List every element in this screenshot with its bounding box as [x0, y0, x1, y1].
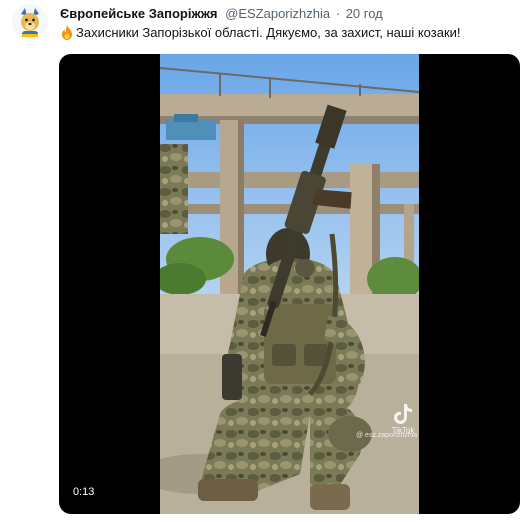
tweet-header: Європейське Запоріжжя @ESZaporizhzhia · … — [60, 5, 514, 23]
tiktok-logo-icon — [394, 404, 412, 424]
video-duration-badge: 0:13 — [69, 484, 99, 500]
tweet-timestamp[interactable]: 20 год — [346, 6, 383, 21]
video-frame[interactable]: TikTok @ esz.zaporizhzhia — [160, 54, 419, 514]
dog-mascot-icon — [12, 4, 48, 40]
separator-dot: · — [335, 6, 341, 21]
tweet[interactable]: Європейське Запоріжжя @ESZaporizhzhia · … — [0, 0, 522, 522]
author-handle[interactable]: @ESZaporizhzhia — [225, 6, 330, 21]
video-thumbnail-image — [160, 54, 419, 514]
tweet-body: Захисники Запорізької області. Дякуємо, … — [76, 25, 461, 40]
fire-emoji-icon — [62, 25, 72, 40]
video-player[interactable]: TikTok @ esz.zaporizhzhia 0:13 — [59, 54, 520, 514]
tweet-text: Захисники Запорізької області. Дякуємо, … — [60, 24, 514, 42]
author-name[interactable]: Європейське Запоріжжя — [60, 6, 218, 21]
author-avatar[interactable] — [12, 4, 48, 40]
tiktok-username: @ esz.zaporizhzhia — [356, 432, 418, 439]
